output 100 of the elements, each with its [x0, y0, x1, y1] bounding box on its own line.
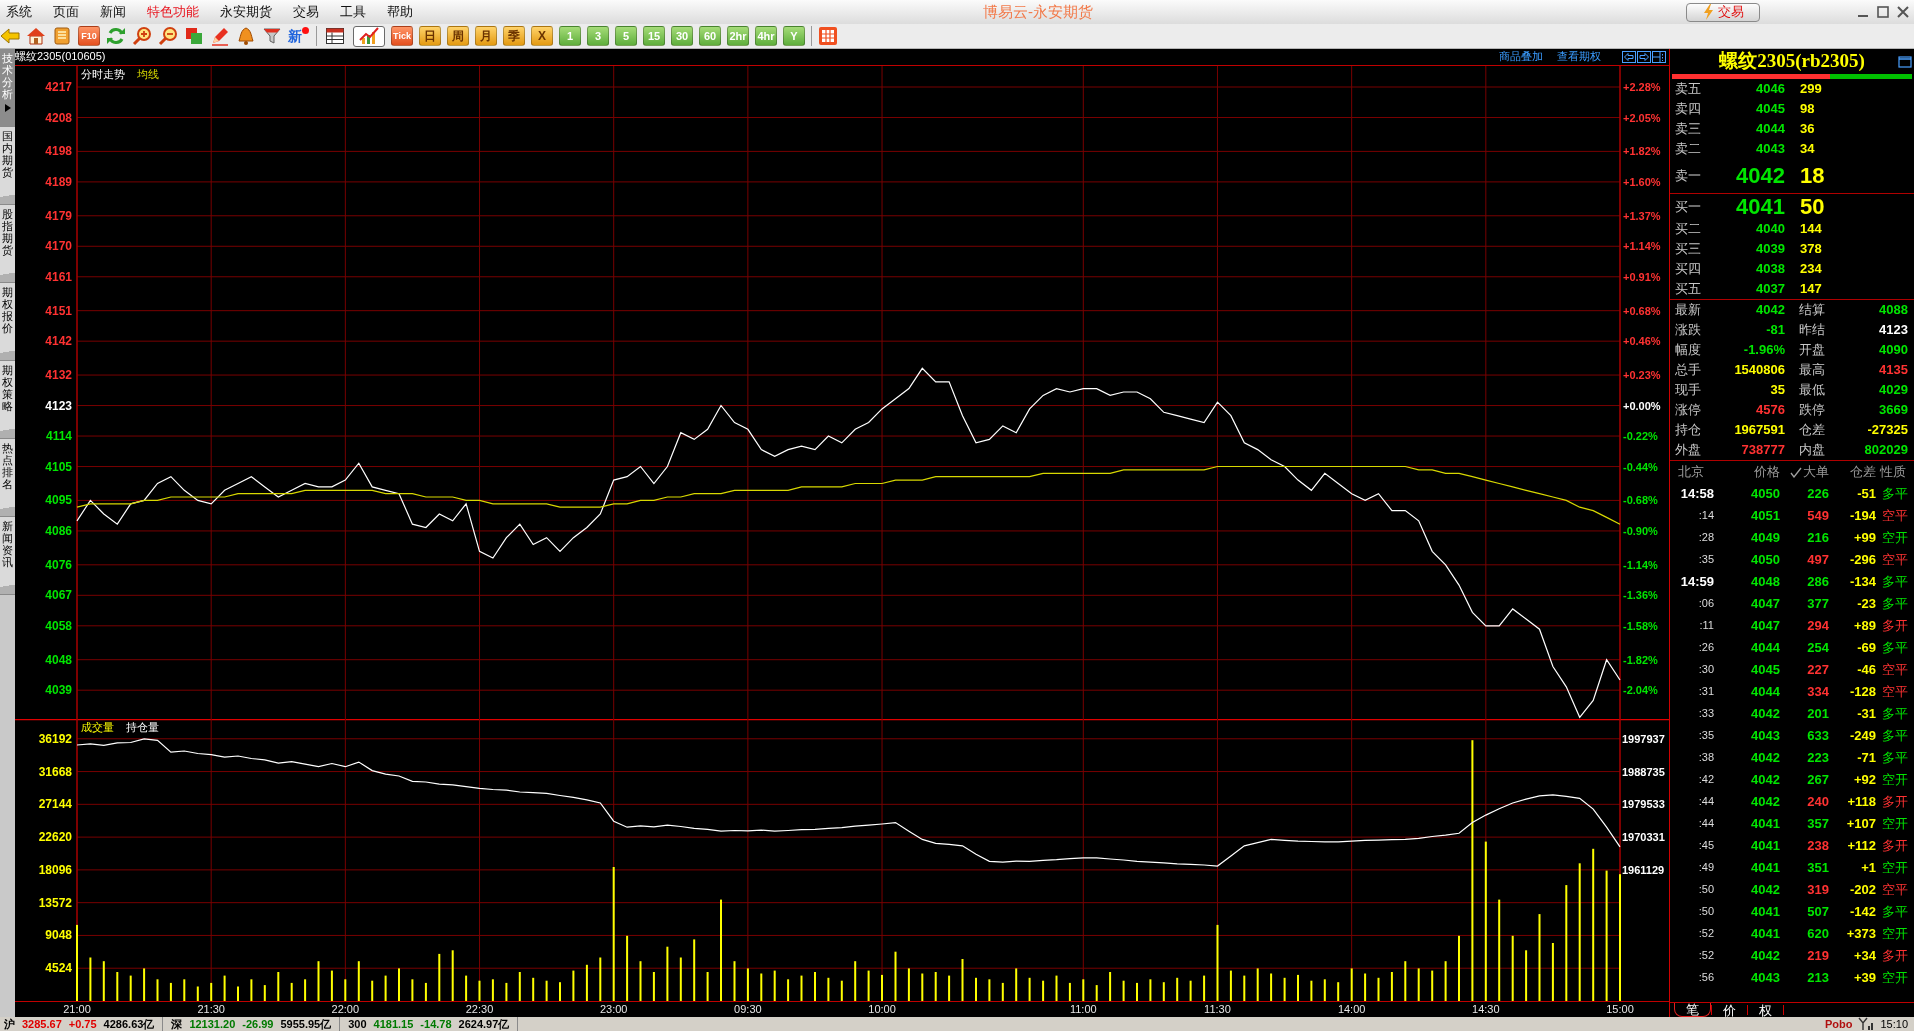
trade-price: 4044	[1751, 640, 1780, 656]
right-arrow-icon[interactable]	[1637, 51, 1651, 63]
time-axis-label: 22:30	[465, 1003, 494, 1015]
period-button[interactable]: 周	[447, 26, 469, 46]
side-tab[interactable]: 股指期货	[0, 205, 15, 283]
menu-item[interactable]: 系统	[6, 4, 32, 20]
percent-axis-label: -1.36%	[1623, 589, 1658, 602]
volume-bar	[746, 968, 749, 1001]
stat-label: 涨跌	[1675, 322, 1701, 338]
trade-change: -23	[1857, 596, 1876, 612]
volume-bar	[1243, 975, 1246, 1001]
price-axis-label: 4105	[45, 459, 72, 474]
trade-price: 4047	[1751, 618, 1780, 634]
side-tab[interactable]: 期权策略	[0, 361, 15, 439]
menu-item[interactable]: 新闻	[100, 4, 126, 20]
trade-price: 4041	[1751, 904, 1780, 920]
volume-bar	[1001, 982, 1004, 1001]
volume-bar	[143, 968, 146, 1001]
trade-time: :28	[1698, 531, 1714, 545]
menu-item[interactable]: 工具	[340, 4, 366, 20]
period-button[interactable]: 季	[503, 26, 525, 46]
grid-icon[interactable]	[818, 26, 838, 46]
header-link[interactable]: 查看期权	[1557, 50, 1601, 64]
side-tab[interactable]: 技术分析	[0, 49, 15, 127]
percent-axis-label: +0.68%	[1623, 304, 1661, 317]
header-link[interactable]: 商品叠加	[1499, 50, 1543, 64]
side-tab[interactable]: 期权报价	[0, 283, 15, 361]
price-axis-label: 4123	[45, 398, 72, 413]
trade-type: 多平	[1882, 750, 1908, 766]
trade-type: 多平	[1882, 904, 1908, 920]
zoom-in-icon[interactable]	[132, 26, 152, 46]
large-order-toggle[interactable]: 大单	[1790, 464, 1829, 480]
trade-price: 4049	[1751, 530, 1780, 546]
pencil-icon[interactable]	[210, 26, 230, 46]
volume-bar	[196, 986, 199, 1001]
chart-legend-label: 持仓量	[126, 721, 159, 733]
trade-volume: 497	[1807, 552, 1829, 568]
volume-bar	[277, 972, 280, 1001]
trade-volume: 219	[1807, 948, 1829, 964]
volume-bar	[827, 977, 830, 1001]
layout-icon[interactable]	[1652, 51, 1666, 63]
period-button[interactable]: X	[531, 26, 553, 46]
chart-legend-label: 成交量	[81, 721, 114, 733]
bell-icon[interactable]	[236, 26, 256, 46]
home-icon[interactable]	[26, 26, 46, 46]
trade-price: 4047	[1751, 596, 1780, 612]
maximize-icon[interactable]	[1876, 5, 1890, 19]
trade-type: 空开	[1882, 970, 1908, 986]
menu-item[interactable]: 页面	[53, 4, 79, 20]
left-arrow-icon[interactable]	[1622, 51, 1636, 63]
table-view-button[interactable]	[323, 25, 347, 47]
chart-view-button[interactable]	[353, 25, 385, 47]
side-tab[interactable]: 国内期货	[0, 127, 15, 205]
stat-value: -1.96%	[1743, 342, 1785, 358]
window-icon[interactable]	[1898, 55, 1912, 68]
volume-bar	[411, 979, 414, 1001]
status-text: 3285.67	[22, 1017, 62, 1031]
stat-label: 开盘	[1799, 342, 1825, 358]
news-button[interactable]: 新	[288, 26, 310, 46]
percent-axis-label: +0.46%	[1623, 335, 1661, 348]
trade-time: :11	[1699, 619, 1714, 633]
volume-bar	[1283, 977, 1286, 1001]
menu-item[interactable]: 帮助	[387, 4, 413, 20]
volume-bar	[491, 979, 494, 1001]
trade-type: 多平	[1882, 706, 1908, 722]
brand-name: Pobo	[1824, 1017, 1853, 1031]
volume-bar	[223, 975, 226, 1001]
stat-label: 最高	[1799, 362, 1825, 378]
table-icon	[325, 26, 345, 46]
volume-bar	[1444, 961, 1447, 1001]
percent-axis-label: -0.22%	[1623, 430, 1658, 443]
refresh-icon[interactable]	[106, 26, 126, 46]
period-button[interactable]: 月	[475, 26, 497, 46]
book-volume: 36	[1800, 121, 1815, 137]
period-button[interactable]: 日	[419, 26, 441, 46]
status-text: 沪	[4, 1017, 15, 1031]
side-tab[interactable]: 新闻资讯	[0, 517, 15, 595]
zoom-out-icon[interactable]	[158, 26, 178, 46]
menu-item[interactable]: 永安期货	[220, 4, 272, 20]
side-tab[interactable]: 热点排名	[0, 439, 15, 517]
panel-tab[interactable]: 权	[1748, 1003, 1783, 1017]
volume-bar	[102, 961, 105, 1001]
status-text: 2624.97亿	[458, 1017, 510, 1031]
trade-button[interactable]: 交易	[1686, 2, 1760, 22]
squares-icon[interactable]	[184, 26, 204, 46]
back-arrow-icon[interactable]	[0, 26, 20, 46]
status-text: 4181.15	[373, 1017, 414, 1031]
time-axis-label: 22:00	[331, 1003, 360, 1015]
price-axis-label: 4161	[45, 269, 72, 284]
volume-axis-label: 13572	[38, 895, 72, 910]
trade-type: 空平	[1882, 552, 1908, 568]
stat-value: 3669	[1879, 402, 1908, 418]
funnel-icon[interactable]	[262, 26, 282, 46]
menu-item[interactable]: 交易	[293, 4, 319, 20]
panel-tab[interactable]: 价	[1712, 1003, 1747, 1017]
close-icon[interactable]	[1896, 5, 1910, 19]
menu-item[interactable]: 特色功能	[147, 4, 199, 20]
time-axis-label: 21:00	[63, 1003, 91, 1015]
trade-type: 多开	[1882, 618, 1908, 634]
book-icon[interactable]	[52, 26, 72, 46]
